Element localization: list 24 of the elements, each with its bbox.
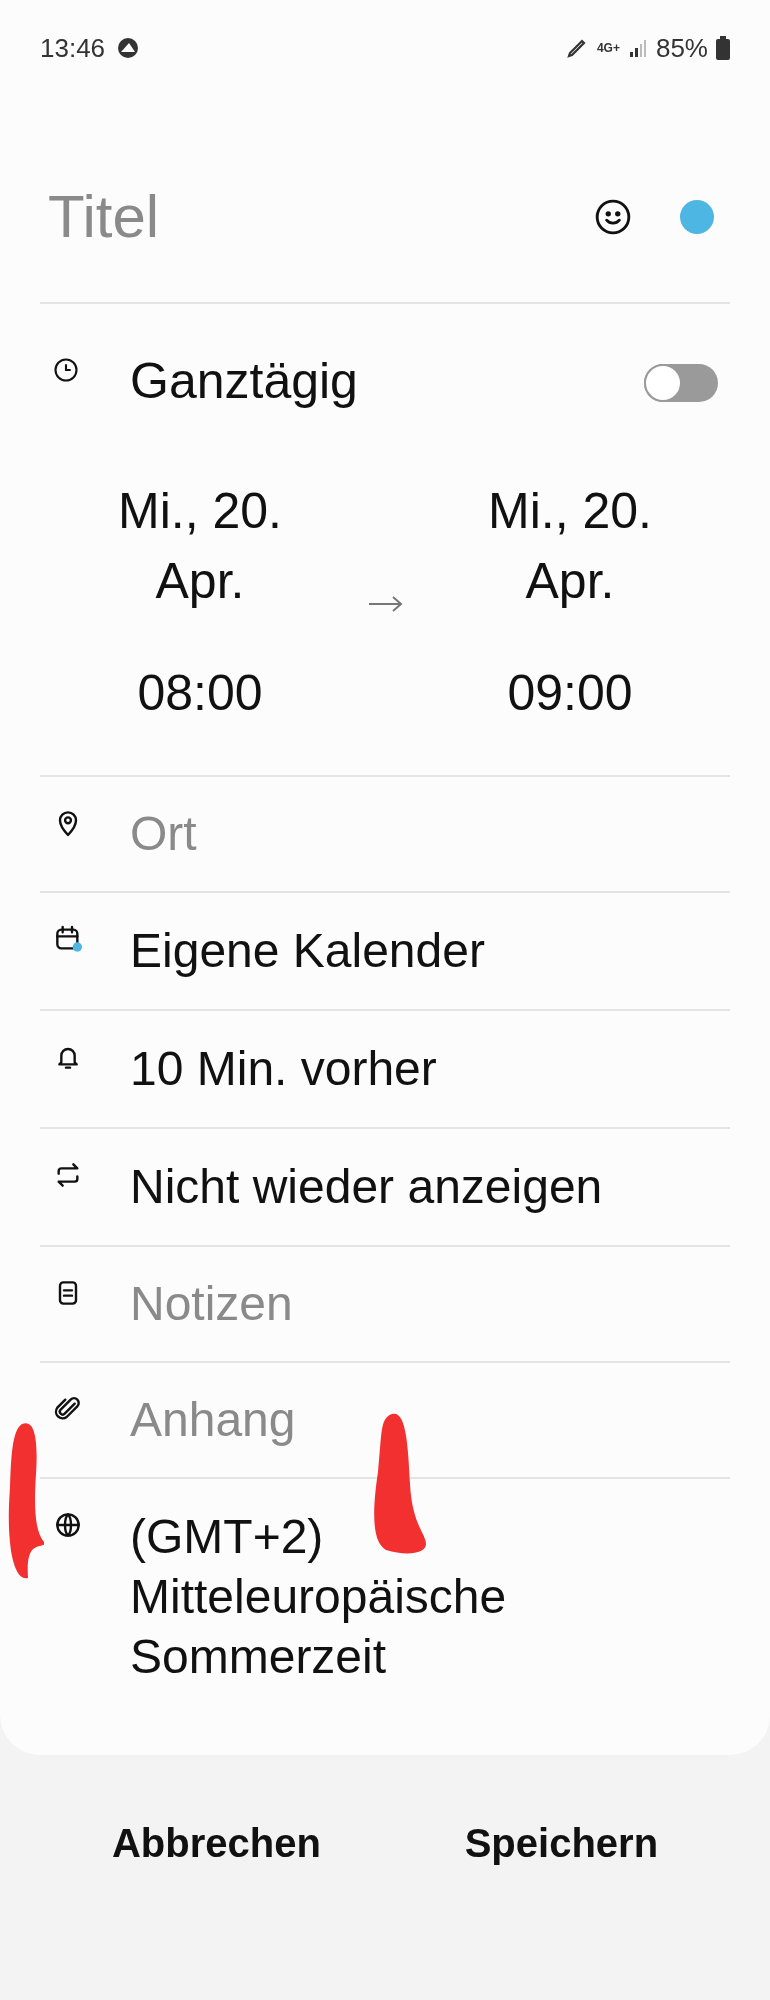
end-date[interactable]: Mi., 20. Apr. [460, 476, 680, 616]
title-field[interactable]: Titel [48, 172, 594, 262]
setting-value[interactable]: Eigene Kalender [130, 921, 485, 981]
battery-percentage: 85% [655, 31, 708, 65]
clock-time: 13:46 [40, 31, 106, 65]
network-type: 4G+ [596, 42, 620, 54]
attachment-field[interactable]: Anhang [130, 1391, 718, 1449]
all-day-toggle[interactable] [644, 364, 718, 402]
notes-field[interactable]: Notizen [130, 1275, 718, 1333]
save-button[interactable]: Speichern [440, 1805, 683, 1881]
emoji-icon[interactable] [594, 198, 632, 236]
battery-icon [716, 36, 730, 60]
setting-value[interactable]: (GMT+2) Mitteleuropäische Sommerzeit [130, 1507, 630, 1687]
start-date[interactable]: Mi., 20. Apr. [90, 476, 310, 616]
clock-icon [52, 356, 80, 384]
cancel-button[interactable]: Abbrechen [87, 1805, 345, 1881]
location-field[interactable]: Ort [130, 805, 718, 863]
app-notification-icon [117, 37, 140, 59]
end-time[interactable]: 09:00 [507, 656, 633, 731]
start-time[interactable]: 08:00 [137, 656, 263, 731]
all-day-label: Ganztägig [130, 356, 359, 406]
setting-value[interactable]: Nicht wieder anzeigen [130, 1157, 603, 1217]
signal-icon [627, 38, 648, 58]
setting-value[interactable]: 10 Min. vorher [130, 1039, 437, 1099]
